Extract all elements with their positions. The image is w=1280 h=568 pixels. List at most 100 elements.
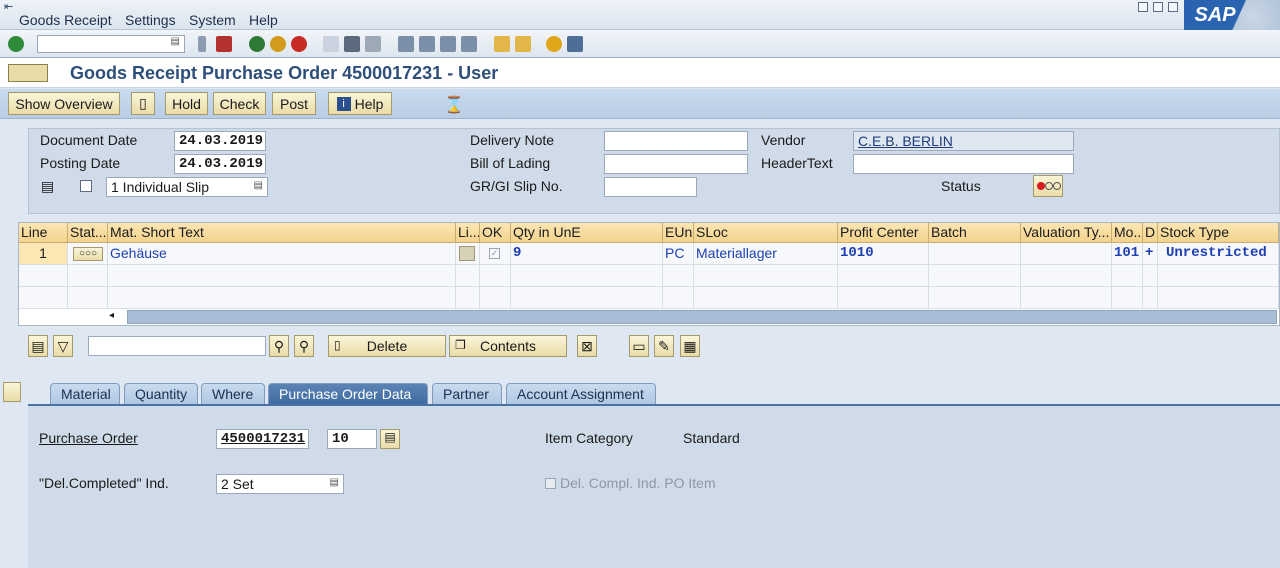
previous-page-icon[interactable] <box>419 36 435 52</box>
cell-movement[interactable]: 101 <box>1112 243 1143 265</box>
show-overview-button[interactable]: Show Overview <box>8 92 120 115</box>
minimize-icon[interactable] <box>1138 2 1148 12</box>
find-next-icon[interactable]: ⚲ <box>294 335 314 357</box>
cell-ok[interactable]: ✓ <box>480 243 511 265</box>
detail-toggle-icon[interactable] <box>3 382 21 402</box>
save-icon[interactable] <box>216 36 232 52</box>
po-display-icon[interactable]: ▤ <box>380 429 400 449</box>
tab-account-assignment[interactable]: Account Assignment <box>506 383 656 405</box>
first-page-icon[interactable] <box>398 36 414 52</box>
scroll-left-icon[interactable]: ◂ <box>109 310 114 321</box>
col-stock-type[interactable]: Stock Type <box>1158 223 1279 243</box>
filter-icon[interactable]: ▽ <box>53 335 73 357</box>
cell-line[interactable]: 1 <box>19 243 68 265</box>
hold-button[interactable]: Hold <box>165 92 208 115</box>
po-item-field[interactable]: 10 <box>327 429 377 449</box>
tab-material[interactable]: Material <box>50 383 120 405</box>
horizontal-scrollbar[interactable] <box>127 310 1277 324</box>
new-session-icon[interactable] <box>494 36 510 52</box>
next-page-icon[interactable] <box>440 36 456 52</box>
cell-batch[interactable] <box>929 243 1021 265</box>
col-status[interactable]: Stat... <box>68 223 108 243</box>
col-li[interactable]: Li... <box>456 223 480 243</box>
layout-icon[interactable]: ▦ <box>680 335 700 357</box>
cell-valuation-type[interactable] <box>1021 243 1112 265</box>
help-icon[interactable] <box>546 36 562 52</box>
status-traffic-light-icon[interactable] <box>1033 175 1063 197</box>
overview-toggle-icon[interactable] <box>8 64 48 82</box>
slip-option-select[interactable]: 1 Individual Slip ▤ <box>106 177 268 197</box>
col-qty[interactable]: Qty in UnE <box>511 223 663 243</box>
menu-goods-receipt[interactable]: Goods Receipt <box>19 12 112 28</box>
document-date-field[interactable]: 24.03.2019 <box>174 131 266 151</box>
gr-gi-slip-field[interactable] <box>604 177 697 197</box>
delete-button[interactable]: ▯ Delete <box>328 335 446 357</box>
col-d[interactable]: D <box>1143 223 1158 243</box>
cell-li[interactable] <box>456 243 480 265</box>
menu-help[interactable]: Help <box>249 12 278 28</box>
col-sloc[interactable]: SLoc <box>694 223 838 243</box>
delivery-note-field[interactable] <box>604 131 748 151</box>
col-profit-center[interactable]: Profit Center <box>838 223 929 243</box>
bill-of-lading-field[interactable] <box>604 154 748 174</box>
find-icon[interactable]: ⚲ <box>269 335 289 357</box>
col-batch[interactable]: Batch <box>929 223 1021 243</box>
copy-icon[interactable] <box>459 246 475 261</box>
check-button[interactable]: Check <box>213 92 266 115</box>
col-mat-short-text[interactable]: Mat. Short Text <box>108 223 456 243</box>
item-search-input[interactable] <box>88 336 266 356</box>
cell-sloc[interactable]: Materiallager <box>694 243 838 265</box>
del-compl-po-item-checkbox[interactable] <box>545 478 556 489</box>
edit-icon[interactable]: ✎ <box>654 335 674 357</box>
cell-stock-type[interactable]: Unrestricted <box>1158 243 1279 265</box>
tab-purchase-order-data[interactable]: Purchase Order Data <box>268 383 428 405</box>
close-icon[interactable] <box>1168 2 1178 12</box>
cell-profit-center[interactable]: 1010 <box>838 243 929 265</box>
col-movement[interactable]: Mo... <box>1112 223 1143 243</box>
help-button[interactable]: i Help <box>328 92 392 115</box>
maximize-icon[interactable] <box>1153 2 1163 12</box>
command-field[interactable]: ▤ <box>37 35 185 53</box>
posting-date-field[interactable]: 24.03.2019 <box>174 154 266 174</box>
cell-qty[interactable]: 9 <box>511 243 663 265</box>
vendor-field[interactable]: C.E.B. BERLIN <box>853 131 1074 151</box>
ok-checkbox[interactable]: ✓ <box>489 248 500 259</box>
back-icon[interactable] <box>249 36 265 52</box>
new-document-icon[interactable]: ▯ <box>131 92 155 115</box>
menu-system[interactable]: System <box>189 12 236 28</box>
tab-quantity[interactable]: Quantity <box>124 383 198 405</box>
details-icon[interactable]: ⊠ <box>577 335 597 357</box>
find-icon[interactable] <box>344 36 360 52</box>
tab-partner[interactable]: Partner <box>432 383 502 405</box>
dropdown-icon[interactable]: ▤ <box>330 477 339 488</box>
cell-eun[interactable]: PC <box>663 243 694 265</box>
tab-where[interactable]: Where <box>201 383 265 405</box>
last-page-icon[interactable] <box>461 36 477 52</box>
print-checkbox[interactable] <box>80 180 92 192</box>
note-icon[interactable]: ▭ <box>629 335 649 357</box>
menu-settings[interactable]: Settings <box>125 12 176 28</box>
cell-mat-short-text[interactable]: Gehäuse <box>108 243 456 265</box>
menu-icon[interactable]: ⇤ <box>4 0 13 13</box>
collapse-icon[interactable] <box>198 36 206 52</box>
exit-icon[interactable] <box>270 36 286 52</box>
shortcut-icon[interactable] <box>515 36 531 52</box>
col-line[interactable]: Line <box>19 223 68 243</box>
enter-icon[interactable] <box>8 36 24 52</box>
contents-button[interactable]: ❐ Contents <box>449 335 567 357</box>
purchase-order-field[interactable]: 4500017231 <box>216 429 309 449</box>
find-next-icon[interactable] <box>365 36 381 52</box>
post-button[interactable]: Post <box>272 92 316 115</box>
col-valuation-type[interactable]: Valuation Ty... <box>1021 223 1112 243</box>
print-icon[interactable] <box>323 36 339 52</box>
cell-status[interactable]: ○○○ <box>68 243 108 265</box>
cancel-icon[interactable] <box>291 36 307 52</box>
cell-d[interactable]: + <box>1143 243 1158 265</box>
del-completed-select[interactable]: 2 Set ▤ <box>216 474 344 494</box>
header-text-field[interactable] <box>853 154 1074 174</box>
col-eun[interactable]: EUn <box>663 223 694 243</box>
layout-menu-icon[interactable] <box>567 36 583 52</box>
dropdown-icon[interactable]: ▤ <box>254 180 263 191</box>
col-ok[interactable]: OK <box>480 223 511 243</box>
print-icon[interactable]: ▤ <box>41 178 54 195</box>
